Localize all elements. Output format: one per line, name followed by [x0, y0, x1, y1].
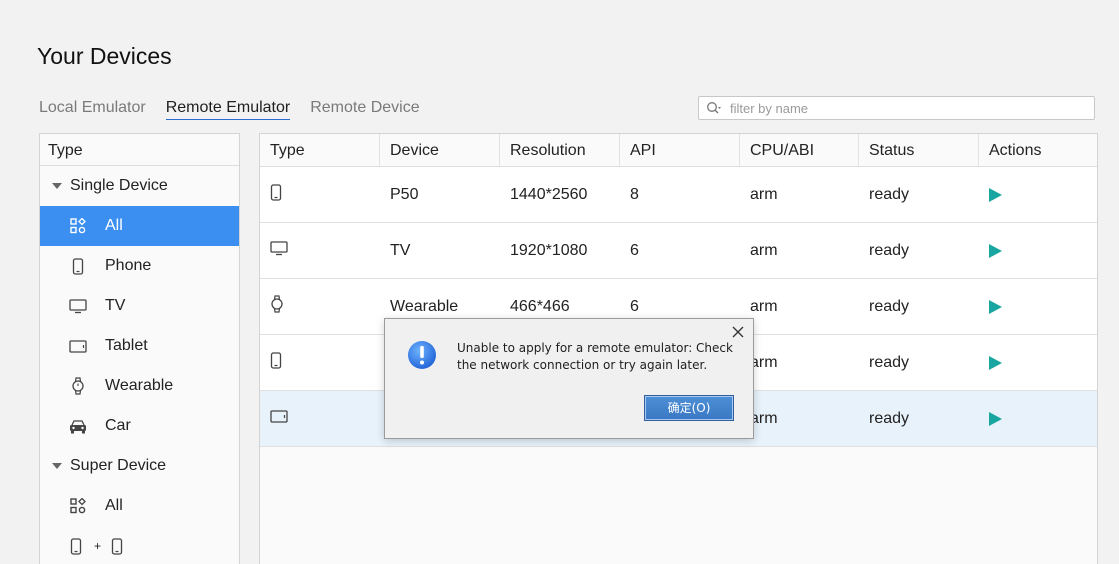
- watch-icon: [270, 295, 284, 317]
- cell-cpu: arm: [750, 409, 778, 427]
- caret-down-icon[interactable]: [52, 183, 62, 189]
- table-header: Type Device Resolution API CPU/ABI Statu…: [260, 134, 1097, 167]
- tab-remote-emulator[interactable]: Remote Emulator: [165, 99, 291, 120]
- cell-device: Wearable: [390, 297, 459, 315]
- car-icon: [68, 416, 88, 436]
- phone-icon: [70, 537, 82, 555]
- phone-icon: [270, 351, 282, 373]
- cell-status: ready: [869, 297, 910, 315]
- ok-button[interactable]: 确定(O): [644, 395, 734, 421]
- apps-icon: [68, 216, 88, 236]
- dialog-message: Unable to apply for a remote emulator: C…: [457, 341, 733, 372]
- apps-icon: [68, 496, 88, 516]
- column-header-cpu: CPU/ABI: [740, 134, 859, 166]
- sidebar-item-tv[interactable]: TV: [40, 286, 239, 326]
- cell-status: ready: [869, 241, 910, 259]
- play-icon[interactable]: [989, 243, 1002, 258]
- cell-resolution: 1440*2560: [510, 185, 588, 203]
- play-icon[interactable]: [989, 355, 1002, 370]
- phone-icon: [68, 256, 88, 276]
- cell-status: ready: [869, 353, 910, 371]
- sidebar-item-all[interactable]: All: [40, 206, 239, 246]
- column-header-status: Status: [859, 134, 979, 166]
- tab-remote-device[interactable]: Remote Device: [310, 99, 419, 120]
- table-row[interactable]: TV 1920*1080 6 arm ready: [260, 223, 1097, 279]
- cell-cpu: arm: [750, 353, 778, 371]
- cell-device: P50: [390, 185, 419, 203]
- search-icon: [704, 98, 724, 118]
- emulator-tabs: Local Emulator Remote Emulator Remote De…: [39, 99, 420, 120]
- play-icon[interactable]: [989, 411, 1002, 426]
- column-header-device: Device: [380, 134, 500, 166]
- tablet-icon: [270, 409, 288, 427]
- sidebar-item-label: All: [105, 217, 123, 234]
- sidebar-header: Type: [40, 134, 239, 166]
- cell-resolution: 1920*1080: [510, 241, 588, 259]
- caret-down-icon[interactable]: [52, 463, 62, 469]
- page-title: Your Devices: [37, 43, 172, 69]
- cell-cpu: arm: [750, 297, 778, 315]
- cell-api: 6: [630, 241, 639, 259]
- sidebar-item-car[interactable]: Car: [40, 406, 239, 446]
- group-label: Super Device: [70, 457, 167, 474]
- sidebar-item-tablet[interactable]: Tablet: [40, 326, 239, 366]
- phone-icon: [111, 537, 123, 555]
- group-label: Single Device: [70, 177, 168, 194]
- sidebar-item-wearable[interactable]: Wearable: [40, 366, 239, 406]
- tab-local-emulator[interactable]: Local Emulator: [39, 99, 146, 120]
- info-icon: [407, 340, 437, 370]
- column-header-api: API: [620, 134, 740, 166]
- device-type-sidebar: Type Single Device All Phone TV Tablet W…: [39, 133, 240, 564]
- tablet-icon: [68, 336, 88, 356]
- plus-label: +: [94, 539, 102, 553]
- sidebar-item-label: TV: [105, 297, 126, 314]
- sidebar-item-super-all[interactable]: All: [40, 486, 239, 526]
- play-icon[interactable]: [989, 299, 1002, 314]
- cell-status: ready: [869, 409, 910, 427]
- column-header-resolution: Resolution: [500, 134, 620, 166]
- column-header-type: Type: [260, 134, 380, 166]
- tv-icon: [68, 296, 88, 316]
- group-super-device[interactable]: Super Device: [40, 446, 239, 486]
- sidebar-item-label: Wearable: [105, 377, 174, 394]
- sidebar-item-phone-plus-phone[interactable]: +: [40, 526, 239, 564]
- cell-cpu: arm: [750, 185, 778, 203]
- cell-device: TV: [390, 241, 411, 259]
- sidebar-item-label: Car: [105, 417, 131, 434]
- cell-api: 6: [630, 297, 639, 315]
- cell-resolution: 466*466: [510, 297, 570, 315]
- group-single-device[interactable]: Single Device: [40, 166, 239, 206]
- cell-cpu: arm: [750, 241, 778, 259]
- error-dialog: Unable to apply for a remote emulator: C…: [384, 318, 754, 439]
- column-header-actions: Actions: [989, 142, 1042, 159]
- table-row[interactable]: P50 1440*2560 8 arm ready: [260, 167, 1097, 223]
- close-icon[interactable]: [730, 324, 746, 340]
- search-box[interactable]: [698, 96, 1095, 120]
- sidebar-item-phone[interactable]: Phone: [40, 246, 239, 286]
- watch-icon: [68, 376, 88, 396]
- sidebar-item-label: Tablet: [105, 337, 148, 354]
- play-icon[interactable]: [989, 187, 1002, 202]
- search-input[interactable]: [728, 99, 1072, 117]
- tv-icon: [270, 240, 288, 260]
- sidebar-item-label: Phone: [105, 257, 152, 274]
- cell-api: 8: [630, 185, 639, 203]
- cell-status: ready: [869, 185, 910, 203]
- phone-icon: [270, 183, 282, 205]
- sidebar-item-label: All: [105, 497, 123, 514]
